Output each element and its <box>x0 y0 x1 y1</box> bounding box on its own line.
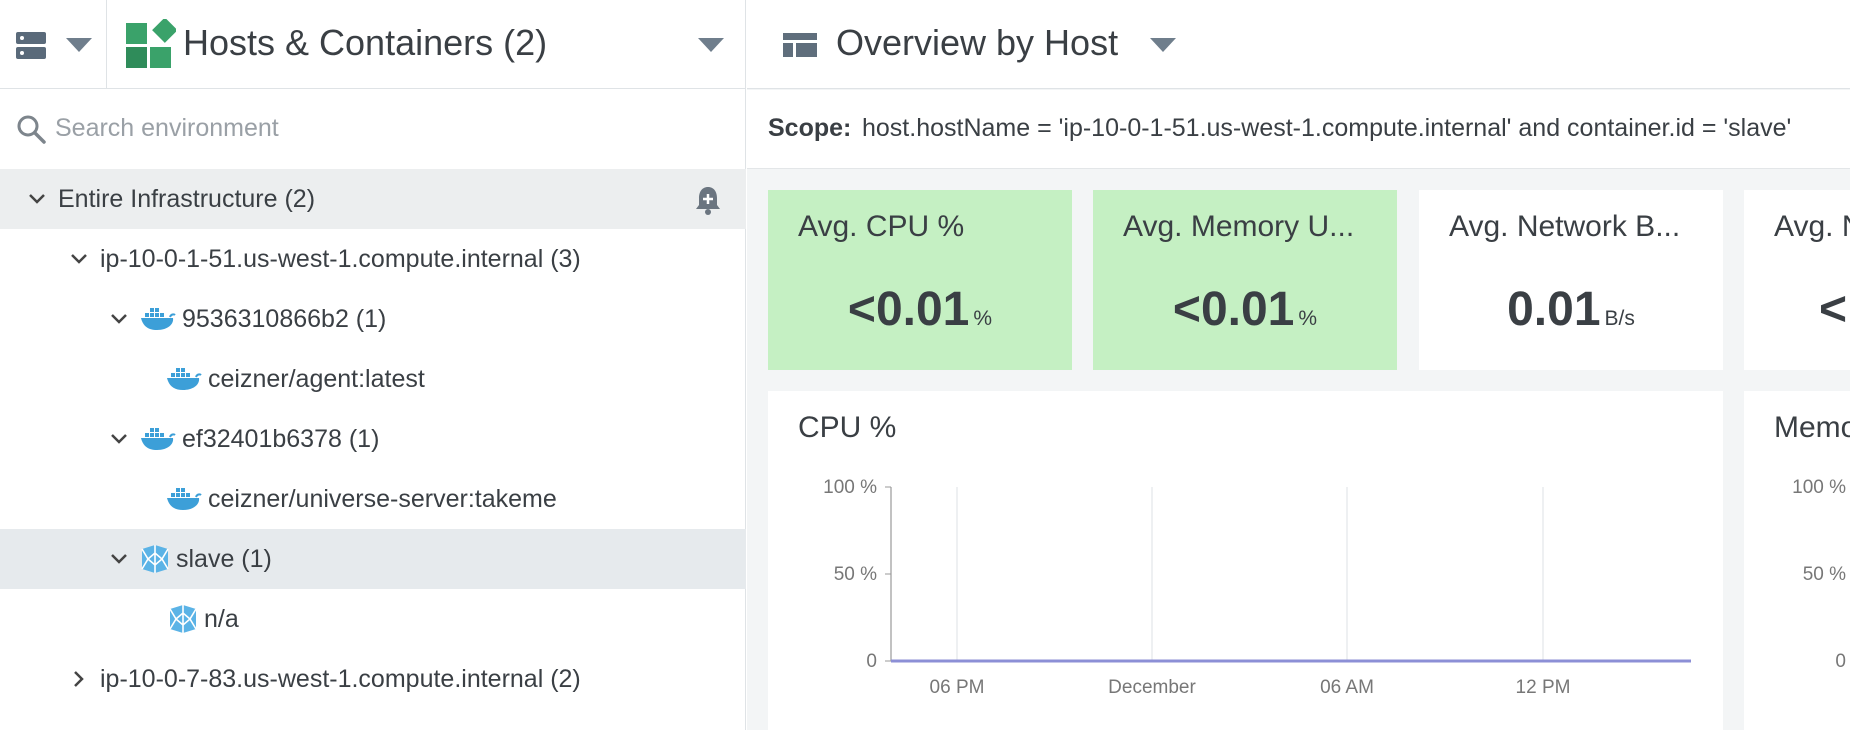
tile-value: <0.01 <box>1172 283 1295 336</box>
grouping-title: Hosts & Containers (2) <box>183 22 548 63</box>
tile-value: 0.01 <box>1507 283 1601 336</box>
memory-chart: 100 % 50 % 0 <box>1792 477 1846 672</box>
chevron-down-icon[interactable] <box>110 310 128 328</box>
docker-icon <box>140 307 176 331</box>
y-tick-label: 0 <box>1835 651 1846 672</box>
y-tick-label: 100 % <box>1792 477 1846 498</box>
chevron-down-icon[interactable] <box>28 190 46 208</box>
tile-avg-cpu[interactable]: Avg. CPU % <0.01% <box>768 190 1072 370</box>
cpu-chart: 100 % 50 % 0 06 PM December 06 AM 12 PM <box>823 477 1691 698</box>
x-tick-label: 12 PM <box>1516 677 1571 698</box>
tree-item-host[interactable]: ip-10-0-7-83.us-west-1.compute.internal … <box>0 649 746 709</box>
chevron-right-icon[interactable] <box>70 670 88 688</box>
tree-item-container[interactable]: n/a <box>0 589 746 649</box>
search-bar <box>0 90 746 168</box>
scope-label: Scope: <box>768 114 852 142</box>
docker-icon <box>140 427 176 451</box>
tree-item-slave[interactable]: slave (1) <box>0 529 746 589</box>
x-tick-label: 06 PM <box>930 677 985 698</box>
scope-bar: Scope: host.hostName = 'ip-10-0-1-51.us-… <box>747 90 1850 169</box>
tree-item-label: ceizner/universe-server:takeme <box>208 484 557 513</box>
chevron-down-icon[interactable] <box>110 430 128 448</box>
y-tick-label: 100 % <box>823 477 877 498</box>
tile-value: <0.01 <box>847 283 970 336</box>
environment-header: Hosts & Containers (2) <box>0 0 746 89</box>
chevron-down-icon <box>698 38 724 57</box>
cpu-chart-panel[interactable]: CPU % 100 % 50 % 0 06 PM December 06 AM 12 PM <box>768 391 1723 730</box>
dashboard-icon <box>783 33 817 62</box>
add-alert-icon[interactable] <box>694 185 722 222</box>
hosts-containers-icon <box>126 17 178 74</box>
tree-item-label: slave (1) <box>176 544 272 573</box>
tree-item-container[interactable]: 9536310866b2 (1) <box>0 289 746 349</box>
tree-root-label: Entire Infrastructure (2) <box>58 184 316 213</box>
tree-item-label: ip-10-0-1-51.us-west-1.compute.internal … <box>100 244 581 273</box>
tile-title: Avg. Network B... <box>1449 210 1681 243</box>
docker-icon <box>166 367 202 391</box>
tree-item-label: 9536310866b2 (1) <box>182 304 387 333</box>
memory-chart-panel[interactable]: Memo 100 % 50 % 0 <box>1744 391 1850 730</box>
tile-unit: % <box>1298 307 1318 330</box>
grouping-selector[interactable]: Hosts & Containers (2) <box>108 0 746 89</box>
docker-icon <box>166 487 202 511</box>
tree-item-host[interactable]: ip-10-0-1-51.us-west-1.compute.internal … <box>0 229 746 289</box>
tree-item-label: ip-10-0-7-83.us-west-1.compute.internal … <box>100 664 581 693</box>
chevron-down-icon <box>66 38 92 57</box>
tree-item-container[interactable]: ceizner/universe-server:takeme <box>0 469 746 529</box>
search-icon <box>16 114 46 149</box>
dashboard-title: Overview by Host <box>836 22 1119 63</box>
tree-item-label: ef32401b6378 (1) <box>182 424 380 453</box>
tile-value: < <box>1819 283 1848 336</box>
dashboard-panel: Overview by Host Scope: host.hostName = … <box>747 0 1850 730</box>
server-icon <box>16 32 46 65</box>
chevron-down-icon[interactable] <box>70 250 88 268</box>
tree-root[interactable]: Entire Infrastructure (2) <box>0 169 746 229</box>
tree-item-label: n/a <box>204 604 239 633</box>
y-tick-label: 0 <box>866 651 877 672</box>
tree-item-container[interactable]: ceizner/agent:latest <box>0 349 746 409</box>
tree-item-label: ceizner/agent:latest <box>208 364 425 393</box>
y-tick-label: 50 % <box>1803 564 1846 585</box>
search-input[interactable] <box>55 108 715 148</box>
scope-value: host.hostName = 'ip-10-0-1-51.us-west-1.… <box>862 114 1792 142</box>
tile-title: Avg. Memory U... <box>1123 210 1355 243</box>
dashboard-header: Overview by Host <box>747 0 1850 89</box>
tile-avg-memory[interactable]: Avg. Memory U... <0.01% <box>1093 190 1397 370</box>
environment-panel: Hosts & Containers (2) Entire Infrastruc… <box>0 0 746 730</box>
chevron-down-icon[interactable] <box>110 550 128 568</box>
tile-unit: % <box>973 307 993 330</box>
tile-avg-n[interactable]: Avg. N < <box>1744 190 1850 370</box>
tile-title: Avg. CPU % <box>798 210 965 243</box>
mesos-icon <box>140 545 170 573</box>
environment-tree: Entire Infrastructure (2) ip-10-0-1-51.u… <box>0 169 746 709</box>
x-tick-label: December <box>1108 677 1196 698</box>
tile-unit: B/s <box>1604 307 1635 330</box>
view-switcher[interactable] <box>0 0 107 89</box>
mesos-icon <box>168 605 198 633</box>
tile-title: Avg. N <box>1774 210 1850 243</box>
x-tick-label: 06 AM <box>1320 677 1374 698</box>
y-tick-label: 50 % <box>834 564 877 585</box>
tree-item-container[interactable]: ef32401b6378 (1) <box>0 409 746 469</box>
chevron-down-icon[interactable] <box>1150 38 1176 57</box>
tile-avg-network[interactable]: Avg. Network B... 0.01 B/s <box>1419 190 1723 370</box>
